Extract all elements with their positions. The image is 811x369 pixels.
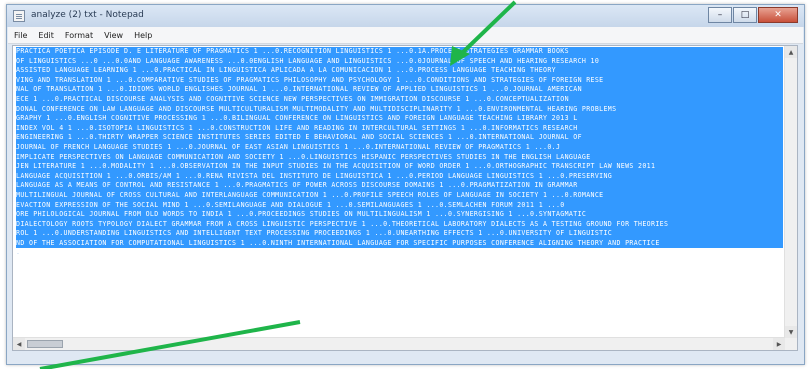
text-area[interactable]: PRACTICA POETICA EPISODE D. E LITERATURE… [16, 47, 783, 338]
text-line: PRACTICA POETICA EPISODE D. E LITERATURE… [16, 47, 783, 57]
text-line: LANGUAGE AS A MEANS OF CONTROL AND RESIS… [16, 181, 783, 191]
menu-format[interactable]: Format [65, 31, 93, 40]
close-button[interactable]: ✕ [758, 7, 798, 23]
text-line: EVACTION EXPRESSION OF THE SOCIAL MIND 1… [16, 200, 783, 211]
scroll-right-icon[interactable]: ▶ [773, 338, 785, 350]
scrollbar-corner [785, 338, 797, 350]
scroll-up-icon[interactable]: ▲ [785, 46, 797, 58]
scroll-left-icon[interactable]: ◀ [13, 338, 25, 350]
text-line: DONAL CONFERENCE ON LAW LANGUAGE AND DIS… [16, 104, 783, 115]
text-line: VING AND TRANSLATION 1 ...0.COMPARATIVE … [16, 75, 783, 86]
text-line: OF LINGUISTICS ...0 ...0.0AND LANGUAGE A… [16, 56, 783, 67]
text-line: ASSISTED LANGUAGE LEARNING 1 ...0.PRACTI… [16, 66, 783, 76]
menu-edit[interactable]: Edit [38, 31, 54, 40]
menu-bar: File Edit Format View Help [8, 27, 803, 44]
menu-help[interactable]: Help [134, 31, 152, 40]
maximize-button[interactable]: □ [733, 7, 757, 23]
notepad-icon[interactable] [13, 10, 25, 22]
vertical-scrollbar[interactable]: ▲ ▼ [784, 46, 797, 338]
text-line: JOURNAL OF FRENCH LANGUAGE STUDIES 1 ...… [16, 142, 783, 153]
horizontal-scroll-thumb[interactable] [27, 340, 63, 348]
text-line: ORE PHILOLOGICAL JOURNAL FROM OLD WORDS … [16, 210, 783, 220]
notepad-window: analyze (2) txt - Notepad – □ ✕ File Edi… [6, 4, 805, 365]
scroll-down-icon[interactable]: ▼ [785, 326, 797, 338]
text-editor[interactable]: PRACTICA POETICA EPISODE D. E LITERATURE… [12, 45, 798, 351]
text-line: GRAPHY 1 ...0.ENGLISH COGNITIVE PROCESSI… [16, 114, 783, 124]
horizontal-scrollbar[interactable]: ◀ ▶ [13, 337, 785, 350]
text-line: ROL 1 ...0.UNDERSTANDING LINGUISTICS AND… [16, 229, 783, 239]
window-controls: – □ ✕ [707, 7, 798, 24]
title-bar[interactable]: analyze (2) txt - Notepad – □ ✕ [7, 5, 804, 27]
text-line-trailing: . [16, 248, 783, 258]
text-line: MULTILINGUAL JOURNAL OF CROSS CULTURAL A… [16, 190, 783, 201]
text-line: INDEX VOL 4 1 ...0.ISOTOPIA LINGUISTICS … [16, 123, 783, 134]
text-line: JEN LITERATURE 1 ...0.MODALITY 1 ...0.OB… [16, 162, 783, 172]
text-line: ENGINEERING 1 ...0.THIRTY WRAPPER SCIENC… [16, 133, 783, 143]
text-line: IMPLICATE PERSPECTIVES ON LANGUAGE COMMU… [16, 152, 783, 163]
minimize-button[interactable]: – [708, 7, 732, 23]
menu-view[interactable]: View [104, 31, 123, 40]
window-title: analyze (2) txt - Notepad [31, 10, 144, 20]
text-line: ECE 1 ...0.PRACTICAL DISCOURSE ANALYSIS … [16, 94, 783, 105]
menu-file[interactable]: File [14, 31, 27, 40]
text-line: DIALECTOLOGY ROOTS TYPOLOGY DIALECT GRAM… [16, 219, 783, 230]
text-line: LANGUAGE ACQUISITION 1 ...0.ORBIS/AM 1 .… [16, 171, 783, 182]
text-line: ND OF THE ASSOCIATION FOR COMPUTATIONAL … [16, 238, 783, 249]
text-line: NAL OF TRANSLATION 1 ...0.IDIOMS WORLD E… [16, 85, 783, 95]
trailing-unselected-text: . [16, 248, 21, 257]
